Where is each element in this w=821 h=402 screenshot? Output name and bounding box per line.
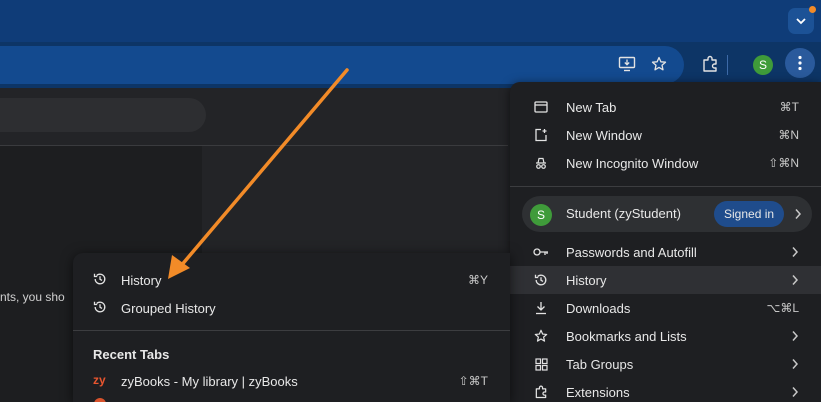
notification-dot — [809, 6, 816, 13]
submenu-item-grouped-history[interactable]: Grouped History — [73, 294, 510, 322]
menu-item-downloads[interactable]: Downloads ⌥⌘L — [510, 294, 821, 322]
submenu-item-label: History — [121, 273, 162, 288]
profile-avatar-button[interactable]: S — [753, 55, 773, 75]
menu-item-shortcut: ⇧⌘N — [768, 156, 799, 170]
install-app-button[interactable] — [613, 50, 641, 78]
menu-item-history[interactable]: History — [510, 266, 821, 294]
menu-item-passwords-autofill[interactable]: Passwords and Autofill — [510, 238, 821, 266]
avatar-initial: S — [536, 208, 545, 222]
tab-strip — [0, 0, 821, 42]
zybooks-favicon-icon: zy — [93, 373, 106, 387]
incognito-icon — [533, 155, 549, 171]
chevron-right-icon — [795, 209, 802, 219]
chrome-menu-button[interactable] — [785, 48, 815, 78]
page-partial-text: nts, you sho — [0, 290, 65, 304]
menu-item-shortcut: ⌘N — [778, 128, 799, 142]
signed-in-label: Signed in — [724, 207, 775, 221]
profile-name: Student (zyStudent) — [566, 206, 681, 221]
menu-item-shortcut: ⌥⌘L — [766, 301, 799, 315]
download-icon — [533, 300, 549, 316]
key-icon — [533, 244, 549, 260]
menu-item-label: History — [566, 272, 607, 288]
avatar: S — [530, 204, 552, 226]
chevron-right-icon — [792, 331, 799, 341]
star-icon — [533, 328, 549, 344]
menu-separator — [510, 186, 821, 187]
menu-item-label: Downloads — [566, 300, 631, 316]
menu-item-new-tab[interactable]: New Tab ⌘T — [510, 93, 821, 121]
recent-tab-item[interactable]: zy zyBooks - My library | zyBooks ⇧⌘T — [73, 367, 510, 395]
tab-search-button[interactable] — [788, 6, 816, 34]
signed-in-badge: Signed in — [714, 201, 785, 227]
menu-item-shortcut: ⌘T — [779, 100, 799, 114]
history-icon — [93, 300, 109, 316]
submenu-separator — [73, 330, 510, 331]
extensions-icon — [533, 384, 549, 400]
chevron-right-icon — [792, 359, 799, 369]
chrome-main-menu: New Tab ⌘T New Window ⌘N New Incognito W… — [510, 82, 821, 402]
recent-tab-label: zyBooks - My library | zyBooks — [121, 374, 298, 389]
menu-item-new-window[interactable]: New Window ⌘N — [510, 121, 821, 149]
history-submenu: History ⌘Y Grouped History Recent Tabs z… — [73, 253, 510, 402]
menu-item-label: Passwords and Autofill — [566, 244, 697, 260]
partial-favicon — [94, 398, 106, 402]
recent-tabs-heading: Recent Tabs — [93, 347, 170, 362]
three-dots-vertical-icon — [798, 55, 802, 71]
page-search-box[interactable] — [0, 98, 206, 132]
menu-item-label: New Tab — [566, 99, 617, 115]
chevron-right-icon — [792, 275, 799, 285]
star-outline-icon — [651, 56, 667, 71]
chevron-right-icon — [792, 247, 799, 257]
menu-item-extensions[interactable]: Extensions — [510, 378, 821, 402]
tab-groups-icon — [533, 356, 549, 372]
new-window-icon — [533, 127, 549, 143]
menu-item-label: New Window — [566, 127, 642, 143]
chevron-right-icon — [792, 387, 799, 397]
menu-item-tab-groups[interactable]: Tab Groups — [510, 350, 821, 378]
profile-initial: S — [758, 58, 767, 72]
history-icon — [93, 272, 109, 288]
bookmark-star-button[interactable] — [645, 50, 673, 78]
menu-item-bookmarks-lists[interactable]: Bookmarks and Lists — [510, 322, 821, 350]
menu-item-label: Extensions — [566, 384, 630, 400]
menu-item-label: Tab Groups — [566, 356, 634, 372]
menu-item-label: New Incognito Window — [566, 155, 699, 171]
address-bar[interactable] — [0, 46, 684, 84]
toolbar-divider — [727, 55, 728, 75]
menu-item-label: Bookmarks and Lists — [566, 328, 687, 344]
puzzle-icon — [703, 55, 717, 72]
install-icon — [618, 56, 636, 72]
menu-item-new-incognito-window[interactable]: New Incognito Window ⇧⌘N — [510, 149, 821, 177]
history-icon — [533, 272, 549, 288]
extensions-button[interactable] — [696, 50, 724, 78]
submenu-item-history[interactable]: History ⌘Y — [73, 266, 510, 294]
profile-row[interactable]: S Student (zyStudent) Signed in — [522, 196, 812, 232]
new-tab-icon — [533, 99, 549, 115]
submenu-item-label: Grouped History — [121, 301, 216, 316]
submenu-item-shortcut: ⌘Y — [467, 273, 488, 287]
recent-tab-shortcut: ⇧⌘T — [458, 374, 488, 388]
chevron-down-icon — [796, 18, 806, 25]
